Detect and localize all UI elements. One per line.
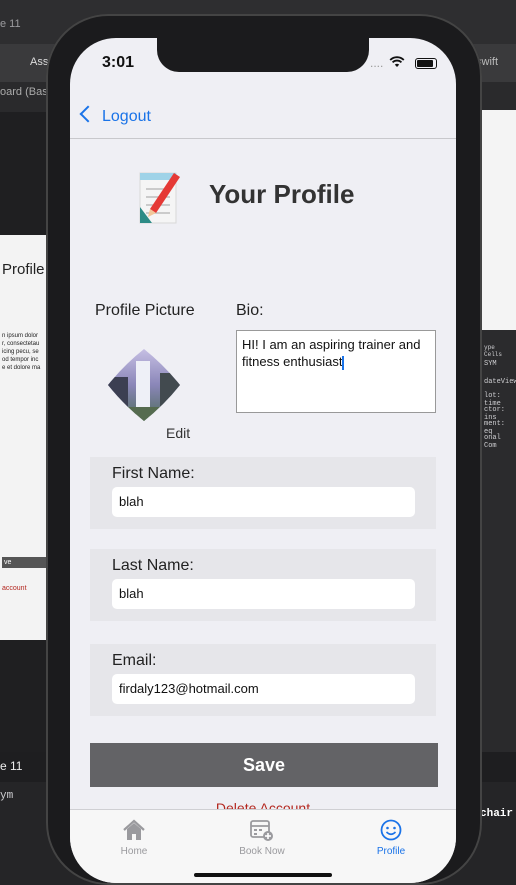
text-cursor (342, 355, 344, 370)
email-group: Email: firdaly123@hotmail.com (90, 644, 436, 716)
tab-profile[interactable]: Profile (356, 818, 426, 857)
bottom-label: ym (0, 790, 14, 802)
lorem-line: icing pecu, se (2, 349, 39, 355)
signal-icon: .... (370, 56, 384, 70)
chevron-left-icon[interactable] (79, 105, 97, 123)
inspector-line: dateView (484, 378, 516, 386)
battery-icon (415, 58, 437, 69)
page-title: Your Profile (209, 179, 355, 209)
last-name-group: Last Name: blah (90, 549, 436, 621)
storyboard-left-canvas: Profile n ipsum dolor r, consectetau ici… (0, 235, 50, 640)
email-field[interactable]: firdaly123@hotmail.com (112, 674, 415, 704)
inspector-line: SYM (484, 360, 497, 368)
inspector-panel: ype Cells SYM dateView lot: time ctor: i… (482, 330, 516, 640)
bio-text: HI! I am an aspiring trainer and fitness… (242, 337, 421, 369)
storyboard-profile-text: Profile (2, 261, 45, 278)
profile-content: Your Profile Profile Picture Bio: Edit H… (70, 139, 456, 816)
house-icon (123, 819, 145, 840)
save-button[interactable]: Save (90, 743, 438, 787)
bio-textarea[interactable]: HI! I am an aspiring trainer and fitness… (236, 330, 436, 413)
last-name-label: Last Name: (112, 557, 194, 574)
first-name-group: First Name: blah (90, 457, 436, 529)
app-screen: 3:01 .... Logout Your Profile Profile Pi… (70, 38, 456, 883)
storyboard-label: oard (Bas (0, 86, 48, 98)
tab-book-now[interactable]: Book Now (227, 818, 297, 857)
memo-pencil-icon (139, 172, 180, 224)
email-label: Email: (112, 652, 157, 669)
profile-picture-label: Profile Picture (95, 302, 195, 319)
device-label: e 11 (0, 759, 23, 773)
inspector-line: ype Cells (484, 344, 503, 358)
tab-home-label: Home (120, 846, 148, 857)
profile-picture-waterfall[interactable] (106, 347, 182, 423)
lorem-line: od tempor inc (2, 357, 39, 363)
storyboard-list-row: ve (2, 557, 50, 568)
tab-profile-label: Profile (376, 846, 406, 857)
editor-tab-fragment: e 11 (0, 18, 21, 30)
iphone-simulator-frame: 3:01 .... Logout Your Profile Profile Pi… (46, 14, 482, 885)
inspector-line: onal Com (484, 434, 501, 450)
lorem-line: n ipsum dolor (2, 333, 39, 339)
logout-button[interactable]: Logout (102, 108, 151, 126)
bio-label: Bio: (236, 302, 264, 319)
home-indicator[interactable] (194, 873, 332, 877)
calendar-plus-icon (250, 820, 273, 841)
navigation-bar: Logout (70, 94, 456, 139)
status-icons: .... (370, 56, 405, 70)
tab-home[interactable]: Home (99, 818, 169, 857)
smiley-icon (380, 819, 402, 841)
lorem-line: r, consectetau (2, 341, 40, 347)
notch (157, 38, 369, 72)
storyboard-list-row: account (2, 585, 27, 592)
first-name-field[interactable]: blah (112, 487, 415, 517)
tab-book-now-label: Book Now (239, 846, 285, 857)
last-name-field[interactable]: blah (112, 579, 415, 609)
assets-label: Ass (30, 56, 49, 68)
first-name-label: First Name: (112, 465, 195, 482)
wifi-icon (389, 56, 405, 67)
tab-bar: Home Book Now Profile (70, 809, 456, 883)
lorem-line: e et dolore ma (2, 365, 41, 371)
status-time: 3:01 (102, 54, 135, 71)
code-fragment: chair (480, 808, 514, 820)
edit-picture-button[interactable]: Edit (166, 425, 190, 441)
